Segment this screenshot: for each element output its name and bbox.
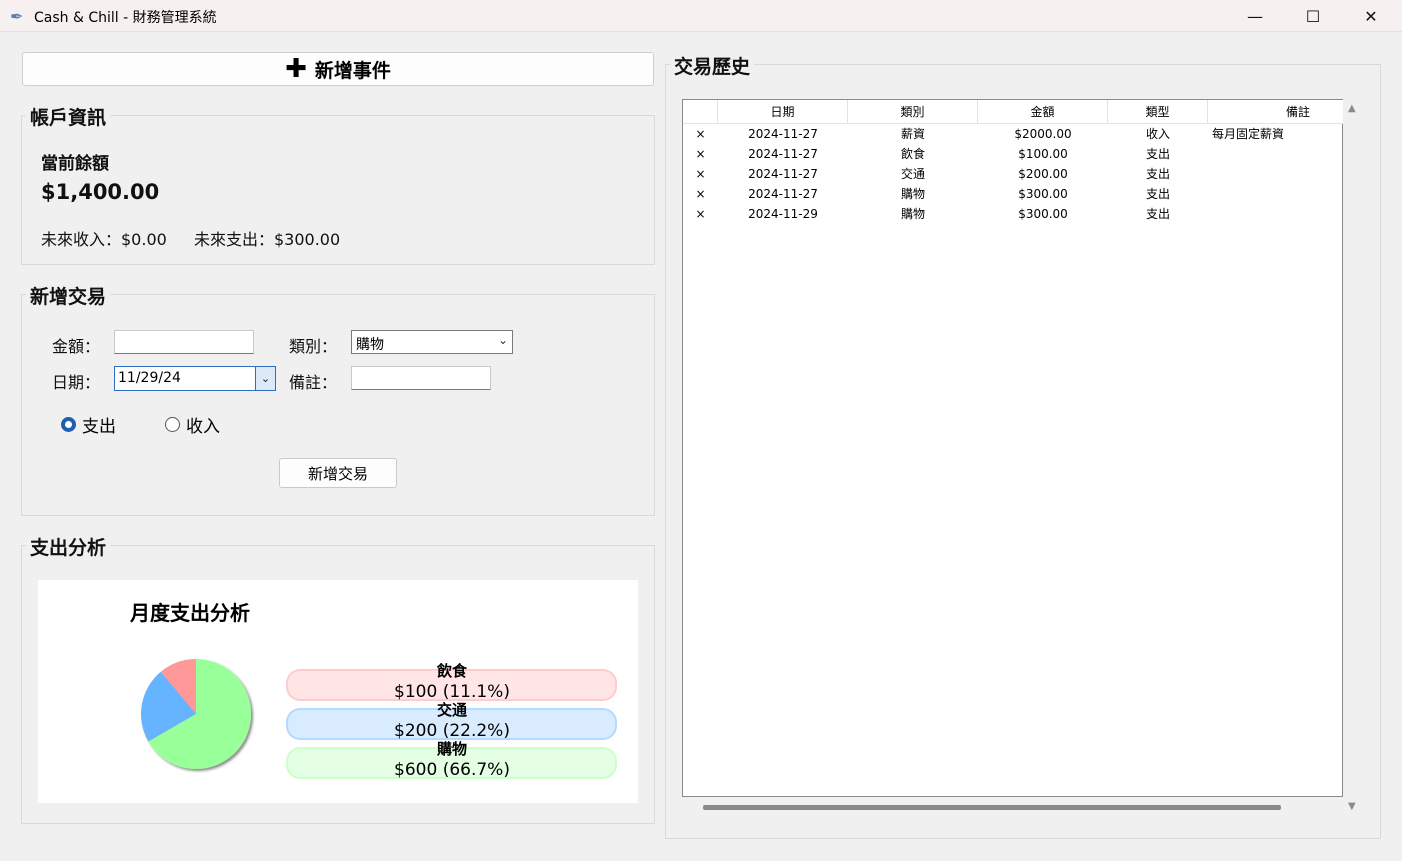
legend-category: 飲食 xyxy=(436,662,467,680)
delete-row-icon[interactable]: × xyxy=(683,144,718,164)
radio-unselected-icon xyxy=(165,417,180,432)
window-title: Cash & Chill - 財務管理系統 xyxy=(34,10,217,26)
cell-type: 支出 xyxy=(1145,207,1170,221)
maximize-icon: ☐ xyxy=(1305,6,1321,26)
calendar-dropdown-icon[interactable]: ⌄ xyxy=(255,367,275,390)
table-row[interactable]: × 2024-11-27 飲食 $100.00 支出 xyxy=(683,144,1344,164)
cell-category: 飲食 xyxy=(900,147,925,161)
transaction-table: 日期 類別 金額 類型 備註 × 2024-11-27 薪資 $2000.00 收入 每月… xyxy=(682,99,1344,797)
delete-row-icon[interactable]: × xyxy=(683,184,718,204)
cell-amount: $300.00 xyxy=(1018,187,1068,201)
chart-panel: 月度支出分析 飲食 $100 (11.1%) 交通 $200 (22.2%) 購物 $60… xyxy=(38,580,638,803)
column-type[interactable]: 類型 xyxy=(1108,100,1208,124)
radio-income-label: 收入 xyxy=(186,417,220,437)
cell-date: 2024-11-27 xyxy=(748,127,818,141)
history-title: 交易歷史 xyxy=(670,52,755,79)
scroll-down-icon[interactable]: ▼ xyxy=(1348,801,1356,812)
table-row[interactable]: × 2024-11-27 購物 $300.00 支出 xyxy=(683,184,1344,204)
title-bar: ✒ Cash & Chill - 財務管理系統 — ☐ ✕ xyxy=(0,0,1402,32)
category-value: 購物 xyxy=(356,337,384,353)
balance-value: $1,400.00 xyxy=(41,180,160,204)
cell-amount: $300.00 xyxy=(1018,207,1068,221)
future-expense: 未來支出：$300.00 xyxy=(194,230,341,249)
column-delete xyxy=(683,100,718,124)
account-info-title: 帳戶資訊 xyxy=(26,103,111,130)
close-button[interactable]: ✕ xyxy=(1342,0,1400,32)
cell-category: 交通 xyxy=(900,167,925,181)
table-row[interactable]: × 2024-11-27 交通 $200.00 支出 xyxy=(683,164,1344,184)
maximize-button[interactable]: ☐ xyxy=(1284,0,1342,32)
cell-type: 收入 xyxy=(1145,127,1170,141)
legend-value: $600 (66.7%) xyxy=(394,760,510,780)
horizontal-scroll-thumb[interactable] xyxy=(703,805,1281,810)
legend-value: $200 (22.2%) xyxy=(394,721,510,741)
add-event-label: 新增事件 xyxy=(314,59,391,82)
plus-icon: ✚ xyxy=(285,54,307,84)
legend-value: $100 (11.1%) xyxy=(394,682,510,702)
cell-amount: $200.00 xyxy=(1018,167,1068,181)
new-transaction-title: 新增交易 xyxy=(26,282,111,309)
delete-row-icon[interactable]: × xyxy=(683,164,718,184)
minimize-icon: — xyxy=(1247,6,1263,26)
cell-type: 支出 xyxy=(1145,167,1170,181)
vertical-scrollbar[interactable]: ▲ ▼ xyxy=(1343,99,1363,819)
radio-expense[interactable]: 支出 xyxy=(61,412,116,437)
note-input[interactable] xyxy=(351,366,491,390)
amount-label: 金額： xyxy=(52,337,101,356)
cell-type: 支出 xyxy=(1145,147,1170,161)
delete-row-icon[interactable]: × xyxy=(683,124,718,144)
close-icon: ✕ xyxy=(1364,6,1378,26)
legend-category: 購物 xyxy=(436,740,467,758)
table-row[interactable]: × 2024-11-27 薪資 $2000.00 收入 每月固定薪資 xyxy=(683,124,1344,144)
cell-amount: $100.00 xyxy=(1018,147,1068,161)
column-category[interactable]: 類別 xyxy=(848,100,978,124)
horizontal-scrollbar[interactable] xyxy=(682,797,1343,817)
category-select[interactable]: 購物 ⌄ xyxy=(351,330,513,354)
table-row[interactable]: × 2024-11-29 購物 $300.00 支出 xyxy=(683,204,1344,224)
cell-date: 2024-11-29 xyxy=(748,207,818,221)
cell-category: 薪資 xyxy=(900,127,925,141)
chevron-down-icon: ⌄ xyxy=(497,333,508,347)
submit-transaction-button[interactable]: 新增交易 xyxy=(279,458,397,488)
cell-category: 購物 xyxy=(900,207,925,221)
column-amount[interactable]: 金額 xyxy=(978,100,1108,124)
amount-input[interactable] xyxy=(114,330,254,354)
cell-type: 支出 xyxy=(1145,187,1170,201)
table-header: 日期 類別 金額 類型 備註 xyxy=(683,100,1344,124)
cell-date: 2024-11-27 xyxy=(748,187,818,201)
cell-category: 購物 xyxy=(900,187,925,201)
radio-expense-label: 支出 xyxy=(82,417,116,437)
future-income: 未來收入：$0.00 xyxy=(41,230,167,249)
date-value: 11/29/24 xyxy=(118,370,181,386)
expense-analysis-title: 支出分析 xyxy=(26,533,111,560)
cell-amount: $2000.00 xyxy=(1014,127,1072,141)
cell-date: 2024-11-27 xyxy=(748,147,818,161)
note-label: 備註： xyxy=(289,373,338,392)
delete-row-icon[interactable]: × xyxy=(683,204,718,224)
cell-date: 2024-11-27 xyxy=(748,167,818,181)
category-label: 類別： xyxy=(289,337,338,356)
minimize-button[interactable]: — xyxy=(1226,0,1284,32)
scroll-up-icon[interactable]: ▲ xyxy=(1348,103,1356,114)
add-event-button[interactable]: ✚ 新增事件 xyxy=(22,52,654,86)
date-input[interactable]: 11/29/24 ⌄ xyxy=(114,366,276,391)
legend-category: 交通 xyxy=(436,701,467,719)
feather-icon: ✒ xyxy=(10,7,24,26)
radio-selected-icon xyxy=(61,417,76,432)
radio-income[interactable]: 收入 xyxy=(165,412,220,437)
date-label: 日期： xyxy=(52,373,101,392)
column-date[interactable]: 日期 xyxy=(718,100,848,124)
balance-label: 當前餘額 xyxy=(41,154,109,174)
